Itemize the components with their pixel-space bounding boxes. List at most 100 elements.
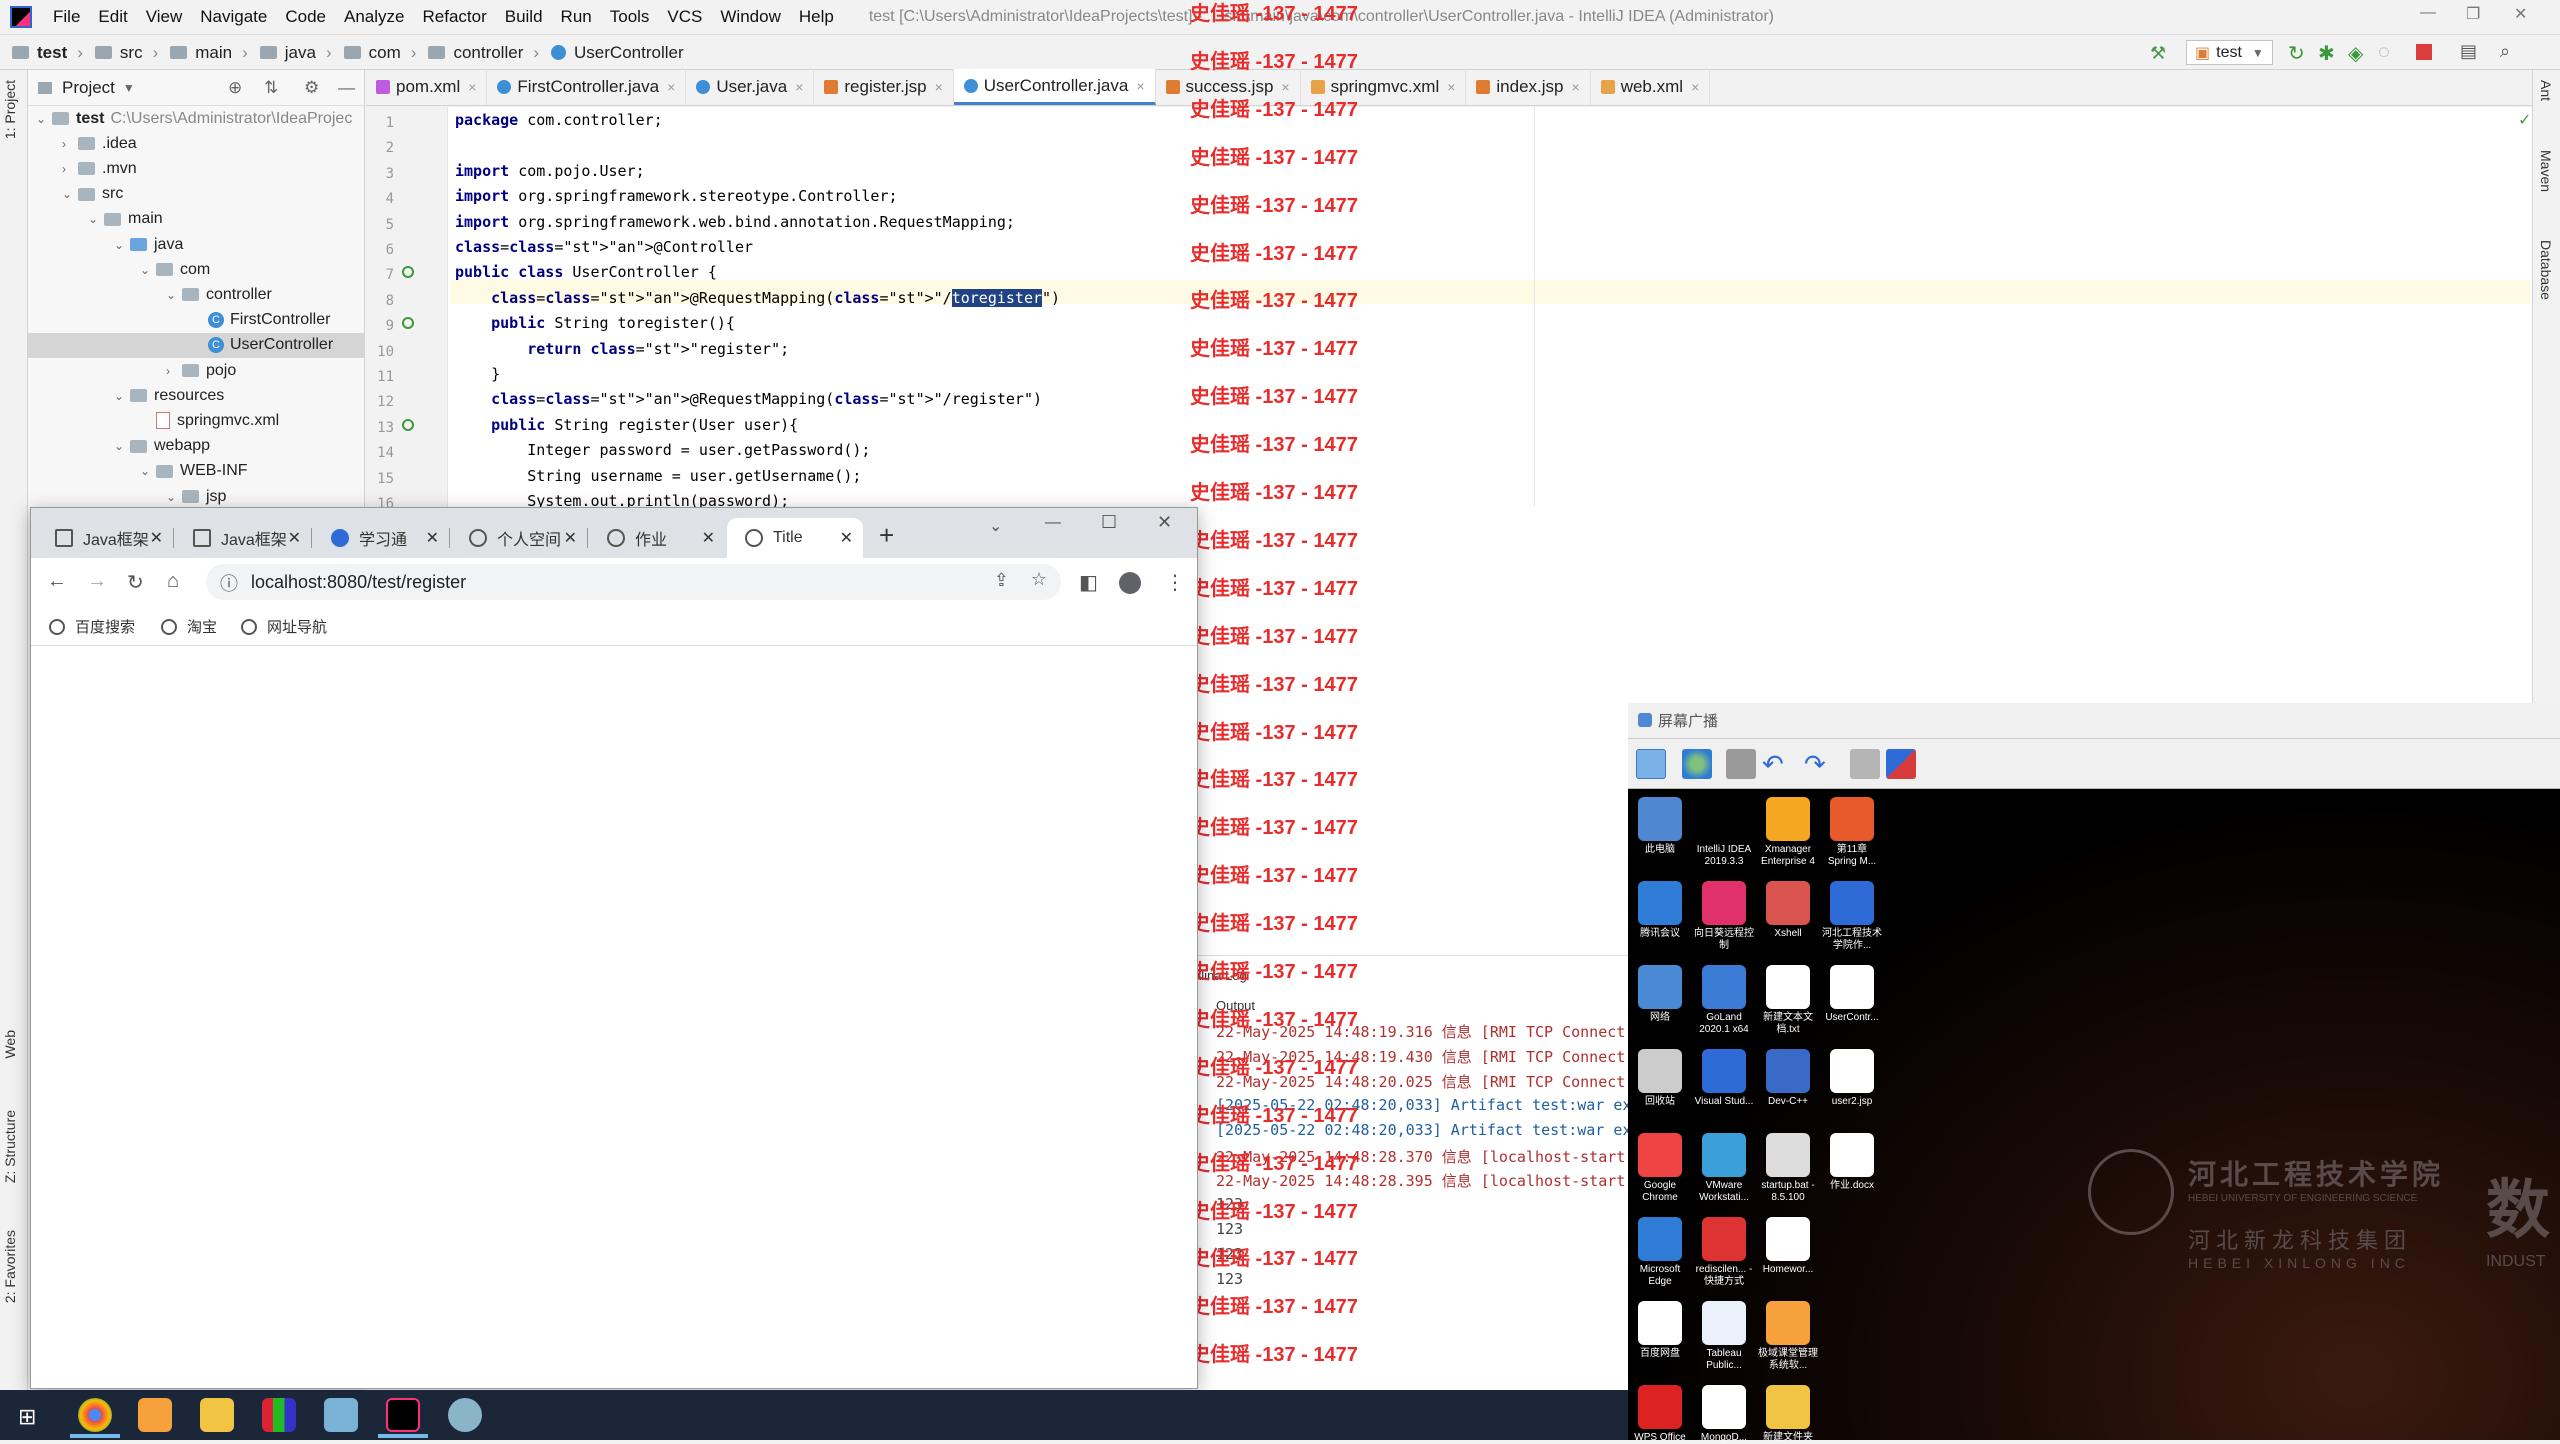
maximize-button[interactable]: ❐	[2466, 4, 2480, 24]
breadcrumb-item[interactable]: controller ›	[428, 43, 539, 63]
tree-item[interactable]: springmvc.xml	[28, 408, 365, 433]
desktop-icon[interactable]: Tableau Public...	[1694, 1301, 1754, 1372]
gear-icon[interactable]: ⚙	[304, 78, 319, 98]
close-tab-icon[interactable]: ×	[1572, 79, 1580, 95]
minimize-button[interactable]: —	[2420, 4, 2436, 22]
editor-tab[interactable]: User.java ×	[686, 69, 815, 105]
desktop-icon[interactable]: 腾讯会议	[1630, 881, 1690, 940]
tree-item[interactable]: C UserController	[28, 332, 365, 358]
desktop-icon[interactable]: Google Chrome	[1630, 1133, 1690, 1204]
tree-item[interactable]: ⌄ webapp	[28, 434, 365, 459]
exit-broadcast-icon[interactable]	[1886, 749, 1916, 779]
minimize-button[interactable]: —	[1045, 514, 1061, 532]
tree-item[interactable]: C FirstController	[28, 308, 365, 333]
desktop-icon[interactable]: Homewor...	[1758, 1217, 1818, 1276]
tree-item[interactable]: ⌄ test C:\Users\Administrator\IdeaProjec	[28, 106, 365, 131]
favorites-tool-tab[interactable]: 2: Favorites	[2, 1230, 18, 1303]
bookmark-star-icon[interactable]: ☆	[1031, 569, 1047, 590]
forward-icon[interactable]: →	[87, 570, 107, 593]
close-tab-icon[interactable]: ×	[1691, 79, 1699, 95]
build-hammer-icon[interactable]: ⚒	[2150, 43, 2170, 63]
expand-arrow-icon[interactable]: ⌄	[166, 288, 182, 302]
close-button[interactable]: ✕	[2514, 4, 2527, 24]
profile-avatar-icon[interactable]	[1119, 572, 1141, 594]
home-icon[interactable]: ⌂	[167, 570, 179, 593]
file-explorer-icon[interactable]	[200, 1398, 234, 1432]
breadcrumb-item[interactable]: UserController	[551, 43, 684, 63]
code-line[interactable]: import org.springframework.stereotype.Co…	[455, 187, 898, 205]
expand-arrow-icon[interactable]: ⌄	[140, 263, 156, 277]
chevron-down-icon[interactable]: ▼	[123, 81, 135, 95]
desktop-icon[interactable]: 此电脑	[1630, 797, 1690, 856]
spring-mapping-icon[interactable]	[402, 317, 414, 330]
menu-vcs[interactable]: VCS	[658, 7, 711, 27]
tree-item[interactable]: ⌄ main	[28, 207, 365, 232]
new-tab-button[interactable]: +	[879, 520, 894, 551]
structure-tool-tab[interactable]: Z: Structure	[2, 1110, 18, 1183]
expand-arrow-icon[interactable]: ⌄	[88, 212, 104, 226]
breadcrumb-item[interactable]: test ›	[12, 43, 83, 63]
browser-tab[interactable]: 作业 ✕	[589, 518, 725, 558]
tree-item[interactable]: › .idea	[28, 131, 365, 156]
screen-tool-icon[interactable]	[1726, 749, 1756, 779]
share-icon[interactable]: ⇪	[994, 570, 1009, 591]
desktop-icon[interactable]: Dev-C++	[1758, 1049, 1818, 1108]
desktop-icon[interactable]: startup.bat - 8.5.100	[1758, 1133, 1818, 1204]
coverage-icon[interactable]: ◈	[2348, 41, 2363, 66]
search-everywhere-icon[interactable]: ⌕	[2500, 41, 2510, 62]
desktop-icon[interactable]: UserContr...	[1822, 965, 1882, 1024]
editor-tab[interactable]: index.jsp ×	[1466, 69, 1591, 105]
side-panel-icon[interactable]: ◧	[1079, 570, 1098, 595]
web-tool-tab[interactable]: Web	[2, 1030, 18, 1059]
windows-start-icon[interactable]: ⊞	[18, 1404, 36, 1430]
tree-item[interactable]: ⌄ jsp	[28, 484, 365, 509]
desktop-icon[interactable]: 回收站	[1630, 1049, 1690, 1108]
tree-item[interactable]: ⌄ WEB-INF	[28, 459, 365, 484]
bookmark-nav[interactable]: 网址导航	[241, 616, 327, 637]
browser-tab[interactable]: 个人空间 ✕	[451, 518, 587, 558]
redo-icon[interactable]: ↷	[1804, 749, 1834, 779]
expand-arrow-icon[interactable]: ⌄	[36, 112, 52, 126]
code-line[interactable]: class=class="st">"an">@RequestMapping(cl…	[455, 390, 1042, 408]
tree-item[interactable]: › .mvn	[28, 156, 365, 181]
code-line[interactable]: import com.pojo.User;	[455, 162, 645, 180]
editor-tab[interactable]: pom.xml ×	[366, 69, 488, 105]
chrome-taskbar-icon[interactable]	[78, 1398, 112, 1432]
tree-item[interactable]: ⌄ src	[28, 182, 365, 207]
close-tab-icon[interactable]: ×	[795, 79, 803, 95]
tree-item[interactable]: ⌄ java	[28, 232, 365, 257]
breadcrumb-item[interactable]: src ›	[94, 43, 158, 63]
debug-icon[interactable]: ✱	[2318, 41, 2335, 66]
broadcast-taskbar-icon[interactable]	[448, 1398, 482, 1432]
spring-mapping-icon[interactable]	[402, 418, 414, 431]
menu-edit[interactable]: Edit	[89, 7, 136, 27]
app-taskbar-icon[interactable]	[138, 1398, 172, 1432]
tab-search-icon[interactable]: ⌄	[989, 516, 1002, 536]
menu-code[interactable]: Code	[276, 7, 335, 27]
zoom-tool-icon[interactable]	[1682, 749, 1712, 779]
code-line[interactable]: public String toregister(){	[455, 314, 735, 332]
desktop-icon[interactable]: 极域课堂管理系统软...	[1758, 1301, 1818, 1372]
breadcrumb-item[interactable]: main ›	[170, 43, 248, 63]
hide-icon[interactable]: —	[338, 78, 355, 98]
maven-tool-tab[interactable]: Maven	[2538, 150, 2554, 192]
code-line[interactable]: class=class="st">"an">@Controller	[455, 238, 753, 256]
bookmark-taobao[interactable]: 淘宝	[161, 616, 217, 637]
database-tool-tab[interactable]: Database	[2538, 240, 2554, 300]
code-line[interactable]: String username = user.getUsername();	[455, 467, 861, 485]
spring-bean-icon[interactable]	[402, 266, 414, 279]
close-tab-icon[interactable]: ×	[1136, 78, 1144, 94]
editor-tab[interactable]: register.jsp ×	[814, 69, 954, 105]
reload-icon[interactable]: ↻	[127, 570, 144, 595]
desktop-icon[interactable]: 新建文件夹	[1758, 1385, 1818, 1444]
browser-tab[interactable]: Java框架 ✕	[37, 518, 173, 558]
browser-tab[interactable]: Title ✕	[727, 518, 863, 558]
close-tab-icon[interactable]: ×	[935, 79, 943, 95]
expand-arrow-icon[interactable]: ›	[62, 137, 78, 151]
desktop-icon[interactable]: user2.jsp	[1822, 1049, 1882, 1108]
desktop-icon[interactable]: MongoD...	[1694, 1385, 1754, 1444]
site-info-icon[interactable]: ⓘ	[220, 570, 238, 596]
desktop-icon[interactable]: 百度网盘	[1630, 1301, 1690, 1360]
project-structure-icon[interactable]: ▤	[2460, 41, 2477, 62]
menu-analyze[interactable]: Analyze	[335, 7, 413, 27]
